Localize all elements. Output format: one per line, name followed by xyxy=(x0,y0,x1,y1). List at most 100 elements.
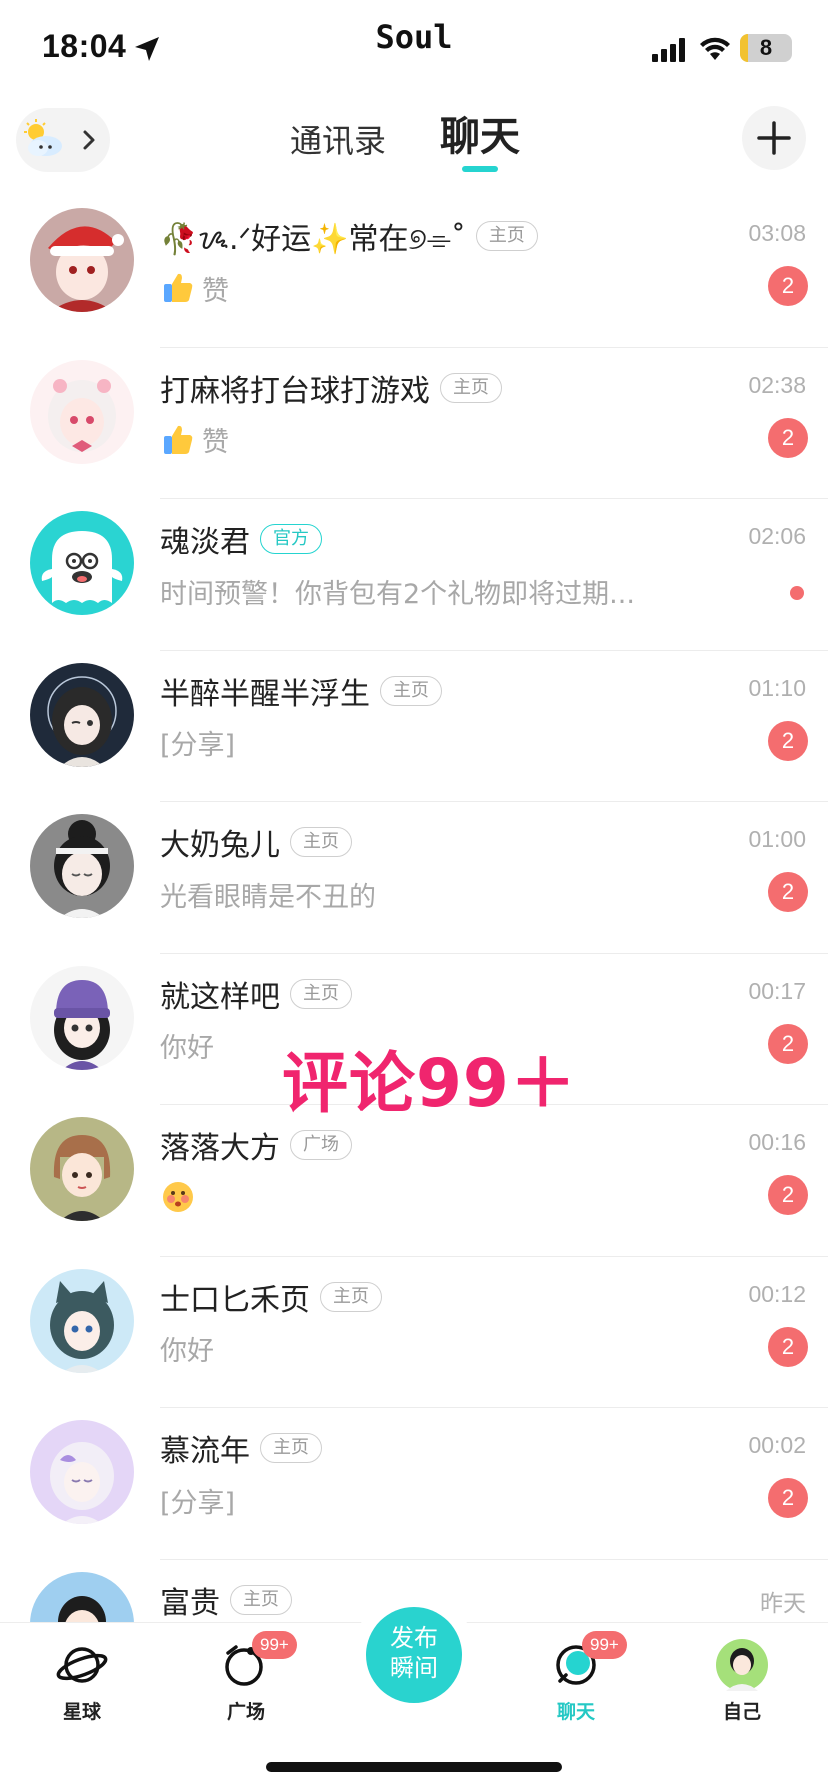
homepage-tag[interactable]: 主页 xyxy=(440,372,502,403)
chat-row[interactable]: 慕流年 主页 00:02 [分享] 2 xyxy=(0,1408,828,1560)
blushing-face-icon xyxy=(163,1182,193,1212)
weather-button[interactable] xyxy=(16,108,110,172)
homepage-tag[interactable]: 主页 xyxy=(290,978,352,1009)
avatar[interactable] xyxy=(30,359,134,464)
unread-dot xyxy=(790,586,804,600)
homepage-tag[interactable]: 主页 xyxy=(260,1433,322,1463)
chat-preview xyxy=(160,1175,202,1219)
homepage-tag[interactable]: 主页 xyxy=(380,675,442,706)
tab-self[interactable]: 自己 xyxy=(692,1637,792,1724)
chat-row[interactable]: 大奶兔儿 主页 01:00 光看眼睛是不丑的 2 xyxy=(0,802,828,954)
avatar-beanie-girl-icon xyxy=(30,965,134,1070)
cellular-signal-icon xyxy=(652,38,685,62)
avatar-dark-hair-girl-icon xyxy=(30,662,134,767)
chat-row[interactable]: 半醉半醒半浮生 主页 01:10 [分享] 2 xyxy=(0,651,828,802)
avatar[interactable] xyxy=(30,662,134,767)
avatar-white-hair-girl-icon xyxy=(30,359,134,464)
publish-label-line2: 瞬间 xyxy=(390,1654,438,1682)
chat-preview: [分享] xyxy=(160,721,235,765)
unread-badge: 2 xyxy=(768,1175,808,1215)
homepage-tag[interactable]: 主页 xyxy=(230,1584,292,1615)
chat-row[interactable]: 落落大方 广场 00:16 2 xyxy=(0,1105,828,1257)
avatar-bun-hair-girl-icon xyxy=(30,814,134,918)
chat-time: 00:02 xyxy=(748,1432,806,1458)
tab-contacts[interactable]: 通讯录 xyxy=(290,116,386,162)
chat-time: 昨天 xyxy=(760,1589,806,1616)
chat-preview: 赞 xyxy=(160,266,229,310)
square-tag[interactable]: 广场 xyxy=(290,1130,352,1160)
chat-row[interactable]: 士口匕禾页 主页 00:12 你好 2 xyxy=(0,1257,828,1408)
homepage-tag[interactable]: 主页 xyxy=(320,1281,382,1312)
thumbs-up-icon xyxy=(164,273,193,302)
tab-label: 星球 xyxy=(62,1701,101,1723)
chat-preview: [分享] xyxy=(160,1478,235,1522)
avatar-santa-girl-icon xyxy=(30,208,134,312)
add-button[interactable] xyxy=(742,106,806,170)
avatar-ghost-mascot-icon xyxy=(30,511,134,615)
chat-preview: 你好 xyxy=(160,1024,214,1068)
square-count-badge: 99+ xyxy=(252,1631,297,1659)
avatar-cat-ear-girl-icon xyxy=(30,1268,134,1373)
sun-cloud-icon xyxy=(24,119,62,156)
avatar[interactable] xyxy=(30,1117,134,1221)
tab-planet[interactable]: 星球 xyxy=(32,1637,132,1724)
chat-row[interactable]: 魂淡君 官方 02:06 时间预警！你背包有2个礼物即将过期... xyxy=(0,499,828,651)
chat-name-line: 士口匕禾页 主页 xyxy=(160,1275,382,1319)
chat-preview-text: 你好 xyxy=(160,1336,214,1367)
chat-row[interactable]: 🥀ᝰ.ᐟ好运✨常在୭⌯˚ 主页 03:08 赞 2 xyxy=(0,196,828,348)
tab-chat[interactable]: 聊天 xyxy=(440,104,520,162)
homepage-tag[interactable]: 主页 xyxy=(290,827,352,857)
unread-badge: 2 xyxy=(768,872,808,912)
avatar[interactable] xyxy=(30,208,134,312)
chat-name-line: 半醉半醒半浮生 主页 xyxy=(160,669,442,713)
avatar[interactable] xyxy=(30,965,134,1070)
wifi-icon xyxy=(700,37,730,60)
tab-label: 聊天 xyxy=(556,1701,595,1723)
chat-preview-text: 光看眼睛是不丑的 xyxy=(160,881,376,913)
chat-preview: 赞 xyxy=(160,418,229,462)
official-tag: 官方 xyxy=(260,524,322,554)
publish-button[interactable]: 发布 瞬间 xyxy=(366,1607,462,1703)
chat-name-line: 魂淡君 官方 xyxy=(160,517,322,561)
chevron-right-icon xyxy=(83,130,95,150)
unread-badge: 2 xyxy=(768,417,808,458)
chat-row[interactable]: 打麻将打台球打游戏 主页 02:38 赞 2 xyxy=(0,348,828,499)
chat-preview-text: [分享] xyxy=(160,730,236,761)
chat-time: 03:08 xyxy=(748,220,806,246)
chat-time: 01:10 xyxy=(748,674,806,701)
chat-name-line: 大奶兔儿 主页 xyxy=(160,820,352,864)
chat-name-line: 落落大方 广场 xyxy=(160,1123,352,1167)
unread-badge: 2 xyxy=(768,266,808,306)
tab-label: 自己 xyxy=(722,1701,761,1723)
chat-name: 士口匕禾页 xyxy=(160,1282,310,1318)
chat-name-line: 富贵 主页 xyxy=(160,1578,292,1622)
chat-name: 就这样吧 xyxy=(160,979,280,1015)
thumbs-up-icon xyxy=(164,425,193,454)
chat-name: 打麻将打台球打游戏 xyxy=(160,373,430,409)
chat-page: 18:04 Soul 8 通讯录 聊天 🥀ᝰ.ᐟ好运✨常在୭⌯˚ 主页 03:0… xyxy=(0,0,828,1792)
avatar[interactable] xyxy=(30,1268,134,1373)
avatar-pastel-girl-icon xyxy=(30,1420,134,1524)
chat-time: 00:16 xyxy=(748,1129,806,1155)
avatar[interactable] xyxy=(30,511,134,615)
planet-icon xyxy=(56,1647,108,1683)
chat-name-line: 打麻将打台球打游戏 主页 xyxy=(160,366,502,410)
comment-count-overlay: 评论99＋ xyxy=(282,1045,577,1122)
chat-time: 00:17 xyxy=(748,977,806,1004)
chat-count-badge: 99+ xyxy=(582,1631,627,1659)
tab-chat-bottom[interactable]: 99+ 聊天 xyxy=(526,1631,627,1724)
publish-label-line1: 发布 xyxy=(390,1624,438,1652)
unread-badge: 2 xyxy=(768,1478,808,1518)
chat-name: 半醉半醒半浮生 xyxy=(160,676,370,712)
avatar[interactable] xyxy=(30,1420,134,1524)
status-bar: 18:04 Soul 8 xyxy=(0,0,828,96)
battery-level: 8 xyxy=(759,35,773,60)
avatar[interactable] xyxy=(30,814,134,918)
tab-label: 广场 xyxy=(226,1701,265,1723)
tab-square[interactable]: 99+ 广场 xyxy=(196,1631,297,1724)
chat-name: 慕流年 xyxy=(160,1434,250,1469)
active-tab-indicator xyxy=(462,166,498,172)
chat-preview: 时间预警！你背包有2个礼物即将过期... xyxy=(160,569,635,613)
homepage-tag[interactable]: 主页 xyxy=(475,221,538,251)
chat-list: 🥀ᝰ.ᐟ好运✨常在୭⌯˚ 主页 03:08 赞 2 打麻将打台球打游戏 主页 0… xyxy=(0,196,828,1711)
